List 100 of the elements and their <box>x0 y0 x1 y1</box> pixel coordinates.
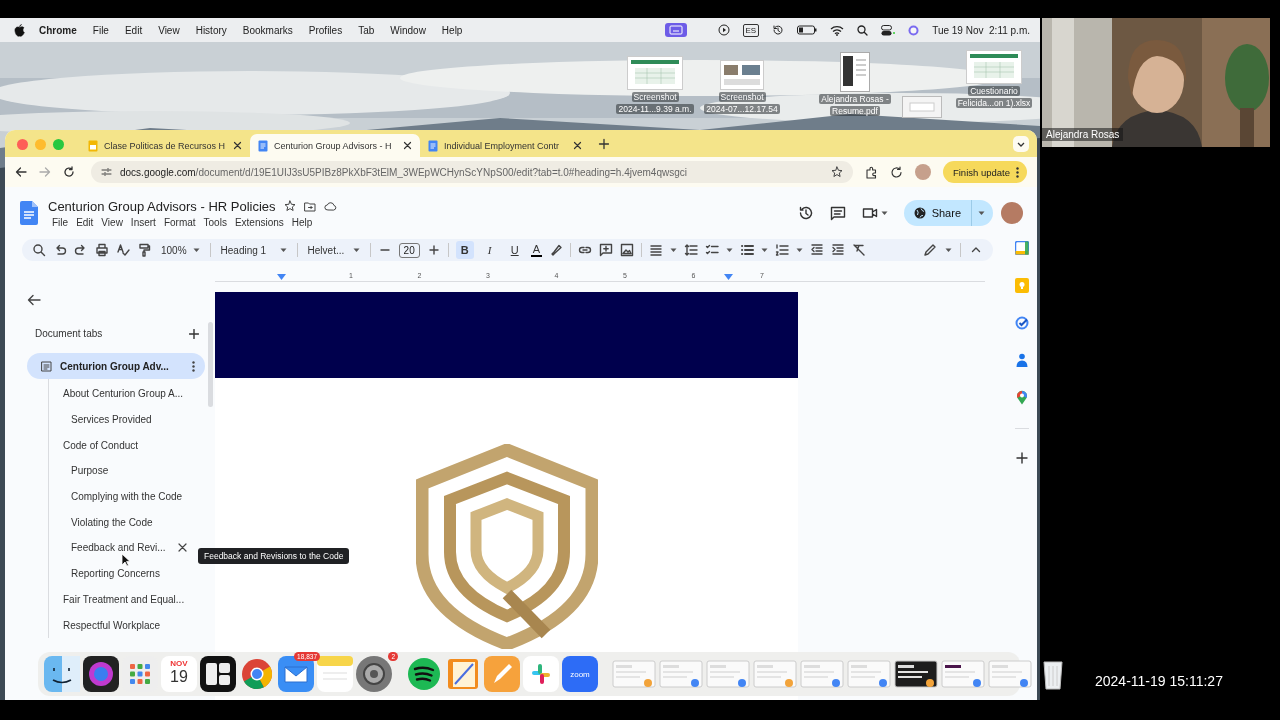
undo-icon[interactable] <box>53 243 67 257</box>
docs-logo-icon[interactable] <box>20 201 38 225</box>
chrome-icon[interactable] <box>239 656 275 692</box>
calendar-icon[interactable] <box>1015 241 1029 255</box>
apple-icon[interactable] <box>14 23 25 37</box>
siri-icon[interactable] <box>908 24 920 36</box>
checklist-icon[interactable] <box>705 243 720 257</box>
window-thumbnail-icon[interactable] <box>988 658 1032 690</box>
font-dropdown[interactable]: Helvet... <box>304 243 363 257</box>
outline-item[interactable]: Feedback and Revi... <box>49 535 195 561</box>
add-tab-icon[interactable] <box>189 328 199 339</box>
contacts-icon[interactable] <box>1016 353 1028 367</box>
tasks-icon[interactable] <box>1015 316 1029 330</box>
finder-icon[interactable] <box>44 656 80 692</box>
search-icon[interactable] <box>857 24 869 36</box>
settings-icon[interactable] <box>356 656 392 692</box>
window-thumbnail-icon[interactable] <box>753 658 797 690</box>
outline-item[interactable]: Respectful Workplace <box>49 612 195 638</box>
menu-item[interactable]: Window <box>382 24 434 36</box>
menu-item[interactable]: Edit <box>116 24 151 36</box>
menu-item[interactable]: Edit <box>72 216 98 228</box>
calendar-app[interactable]: NOV 19 <box>161 656 197 692</box>
reload-icon[interactable] <box>63 166 75 178</box>
zoom-app[interactable]: zoom <box>562 656 598 692</box>
time-machine-icon[interactable] <box>772 24 785 36</box>
spellcheck-icon[interactable] <box>116 243 130 257</box>
add-icon[interactable] <box>1016 452 1028 464</box>
map-pin-icon[interactable] <box>1016 390 1028 405</box>
bulleted-list-icon[interactable] <box>740 243 755 257</box>
back-icon[interactable] <box>15 166 27 178</box>
close-icon[interactable] <box>233 141 242 150</box>
siri-app-icon[interactable] <box>83 656 119 692</box>
menu-item[interactable]: Profiles <box>300 24 351 36</box>
font-size-field[interactable]: 20 <box>398 242 420 258</box>
print-icon[interactable] <box>95 243 109 257</box>
bookmark-star-icon[interactable] <box>830 166 843 178</box>
menu-item[interactable]: Insert <box>126 216 160 228</box>
clock[interactable]: Tue 19 Nov 2:11 p.m. <box>932 24 1030 36</box>
decrease-indent-icon[interactable] <box>810 243 825 257</box>
window-thumbnail-icon[interactable] <box>894 658 938 690</box>
new-tab-icon[interactable] <box>598 137 610 150</box>
paragraph-style-dropdown[interactable]: Heading 1 <box>217 243 290 257</box>
screen-mirroring-icon[interactable] <box>668 25 683 35</box>
document-title[interactable]: Centurion Group Advisors - HR Policies <box>48 198 276 214</box>
menu-item[interactable]: Help <box>433 24 471 36</box>
menu-item[interactable]: Tools <box>199 216 231 228</box>
outline-item[interactable]: Reporting Concerns <box>49 560 195 587</box>
paint-format-icon[interactable] <box>137 243 151 257</box>
site-settings-icon[interactable] <box>101 167 112 177</box>
finish-update-button[interactable]: Finish update <box>942 161 1027 183</box>
star-icon[interactable] <box>283 200 296 212</box>
tab-search-icon[interactable] <box>1013 135 1029 152</box>
window-thumbnail-icon[interactable] <box>706 658 750 690</box>
close-icon[interactable] <box>573 141 582 150</box>
input-source[interactable]: ES <box>742 23 760 37</box>
search-icon[interactable] <box>32 243 46 257</box>
menu-item[interactable]: Bookmarks <box>234 24 301 36</box>
menu-item[interactable]: File <box>84 24 117 36</box>
history-icon[interactable] <box>797 205 814 221</box>
numbered-list-icon[interactable] <box>775 243 790 257</box>
increase-indent-icon[interactable] <box>831 243 846 257</box>
account-avatar[interactable] <box>1001 202 1023 224</box>
outline-item[interactable]: Fair Treatment and Equal... <box>49 586 195 613</box>
left-indent-marker-icon[interactable] <box>277 274 286 281</box>
line-spacing-icon[interactable] <box>684 243 699 257</box>
browser-tab[interactable]: Clase Politicas de Recursos H <box>80 134 250 157</box>
menu-item[interactable]: Tab <box>350 24 383 36</box>
books-icon[interactable] <box>445 656 481 692</box>
control-center-icon[interactable] <box>881 24 896 36</box>
outline-item[interactable]: Complying with the Code <box>49 483 195 510</box>
browser-tab[interactable]: Individual Employment Contr <box>420 134 590 157</box>
pencil-icon[interactable] <box>923 243 937 257</box>
align-icon[interactable] <box>649 243 664 257</box>
outline-item[interactable]: Code of Conduct <box>49 432 195 459</box>
menu-item[interactable]: Extensions <box>230 216 288 228</box>
outline-item[interactable]: Violating the Code <box>49 509 195 536</box>
window-thumbnail-icon[interactable] <box>902 96 942 118</box>
window-thumbnail-icon[interactable] <box>941 658 985 690</box>
window-thumbnail-icon[interactable] <box>800 658 844 690</box>
play-icon[interactable] <box>717 24 730 36</box>
menu-item[interactable]: View <box>97 216 127 228</box>
right-indent-marker-icon[interactable] <box>724 274 733 281</box>
menu-item[interactable]: Format <box>159 216 200 228</box>
add-comment-icon[interactable] <box>599 243 614 257</box>
menu-item[interactable]: File <box>48 216 73 228</box>
menu-item[interactable]: Help <box>287 216 317 228</box>
highlighter-icon[interactable] <box>549 243 564 257</box>
video-call-icon[interactable] <box>861 207 878 219</box>
move-folder-icon[interactable] <box>303 200 316 212</box>
close-icon[interactable] <box>403 141 412 150</box>
share-button[interactable]: Share <box>903 200 993 226</box>
close-icon[interactable] <box>178 543 187 553</box>
outline-item[interactable]: Purpose <box>49 458 195 484</box>
window-manager-icon[interactable] <box>200 656 236 692</box>
zoom-dropdown[interactable]: 100% <box>158 243 203 257</box>
cloud-icon[interactable] <box>323 201 337 211</box>
browser-tab[interactable]: Centurion Group Advisors - H <box>250 134 420 157</box>
menu-item[interactable]: View <box>150 24 188 36</box>
window-thumbnail-icon[interactable] <box>659 658 703 690</box>
wifi-icon[interactable] <box>830 24 845 36</box>
